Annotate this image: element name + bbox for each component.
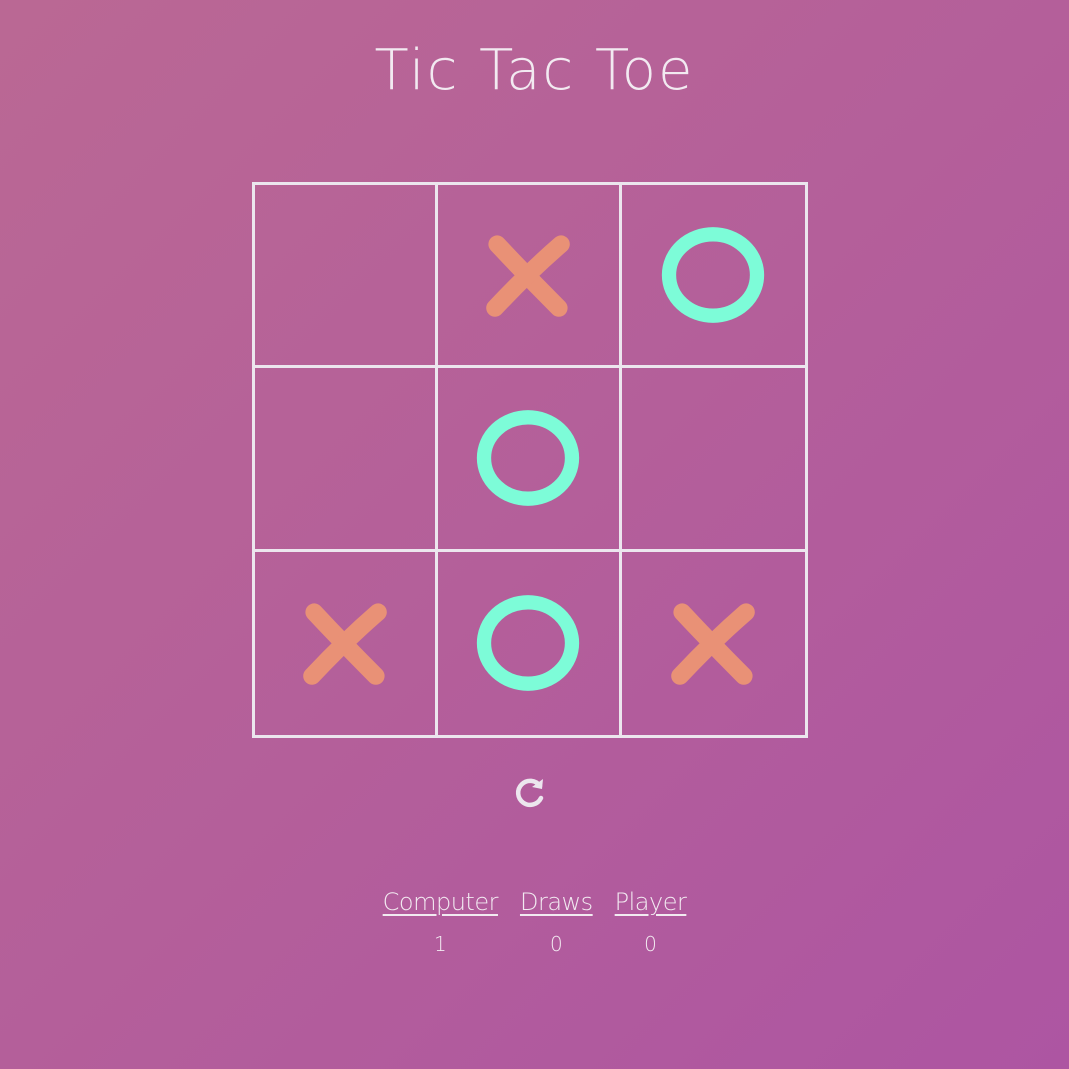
restart-icon	[515, 778, 544, 808]
score-player-label: Player	[614, 888, 687, 916]
o-mark-icon	[662, 227, 765, 324]
o-mark-icon	[477, 595, 580, 692]
restart-button[interactable]	[510, 772, 550, 812]
score-draws-label: Draws	[519, 888, 593, 916]
board-cell-5[interactable]	[438, 368, 622, 552]
x-mark-icon	[303, 603, 387, 686]
board-cell-7[interactable]	[255, 551, 439, 735]
board-cell-6[interactable]	[621, 368, 805, 552]
score-computer: Computer 1	[382, 888, 499, 956]
game-title: Tic Tac Toe	[374, 38, 695, 103]
scoreboard: Computer 1 Draws 0 Player 0	[0, 888, 1069, 956]
score-draws-value: 0	[549, 932, 563, 956]
score-computer-label: Computer	[382, 888, 499, 916]
board-cell-8[interactable]	[438, 551, 622, 735]
game-board	[252, 182, 808, 738]
board-cell-2[interactable]	[438, 185, 622, 369]
score-computer-value: 1	[433, 932, 447, 956]
board-cell-9[interactable]	[622, 552, 805, 735]
score-player-value: 0	[644, 932, 657, 956]
score-draws: Draws 0	[520, 888, 593, 956]
x-mark-icon	[486, 235, 571, 317]
board-cell-3[interactable]	[621, 185, 805, 369]
board-cell-1[interactable]	[255, 185, 439, 369]
board-cell-4[interactable]	[255, 368, 439, 552]
x-mark-icon	[671, 603, 756, 686]
score-player: Player 0	[615, 888, 687, 956]
o-mark-icon	[477, 410, 580, 507]
